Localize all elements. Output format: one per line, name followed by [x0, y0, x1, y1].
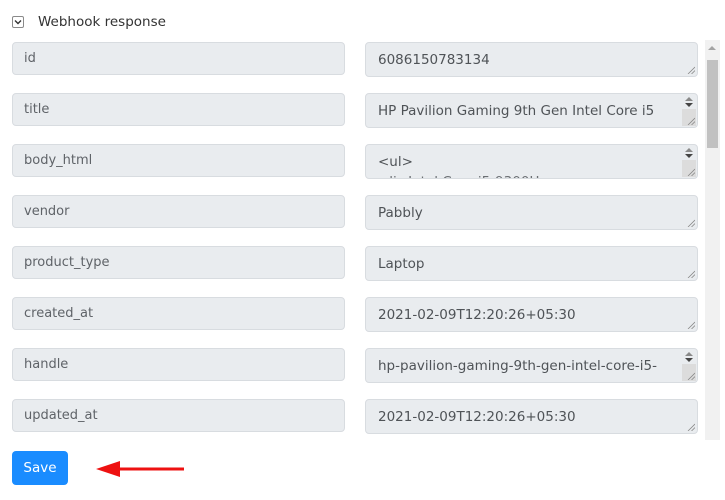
- field-value-text: <ul>: [378, 154, 413, 170]
- field-value-text: Pabbly: [378, 205, 423, 221]
- resize-handle-icon[interactable]: [687, 168, 695, 176]
- field-list: id 6086150783134 title HP Pavilion Gaming 9…: [12, 42, 705, 442]
- field-row: body_html <ul> <li>Intel Core i5-9300H...: [12, 144, 698, 180]
- field-value-textarea[interactable]: hp-pavilion-gaming-9th-gen-intel-core-i5…: [365, 348, 698, 383]
- resize-handle-icon[interactable]: [687, 321, 695, 329]
- webhook-response-header[interactable]: Webhook response: [12, 14, 166, 30]
- field-value-textarea[interactable]: HP Pavilion Gaming 9th Gen Intel Core i5…: [365, 93, 698, 128]
- field-value-text: 2021-02-09T12:20:26+05:30: [378, 409, 576, 425]
- resize-handle-icon[interactable]: [687, 66, 695, 74]
- resize-handle-icon[interactable]: [687, 270, 695, 278]
- field-value-overflow-text: ...: [378, 376, 697, 382]
- field-row: title HP Pavilion Gaming 9th Gen Intel Co…: [12, 93, 698, 129]
- spin-arrows-icon[interactable]: [682, 350, 696, 364]
- field-value-textarea[interactable]: 2021-02-09T12:20:26+05:30: [365, 399, 698, 434]
- field-row: product_type Laptop: [12, 246, 698, 282]
- chevron-down-icon[interactable]: [12, 16, 24, 28]
- save-button[interactable]: Save: [12, 451, 68, 485]
- field-key-input[interactable]: body_html: [12, 144, 345, 177]
- field-row: created_at 2021-02-09T12:20:26+05:30: [12, 297, 698, 333]
- spin-arrows-icon[interactable]: [682, 146, 696, 160]
- resize-handle-icon[interactable]: [687, 423, 695, 431]
- field-row: vendor Pabbly: [12, 195, 698, 231]
- field-value-text: 6086150783134: [378, 52, 490, 68]
- resize-handle-icon[interactable]: [687, 372, 695, 380]
- spin-arrows-icon[interactable]: [682, 95, 696, 109]
- scrollbar-thumb[interactable]: [707, 60, 718, 148]
- field-value-textarea[interactable]: 2021-02-09T12:20:26+05:30: [365, 297, 698, 332]
- field-row: handle hp-pavilion-gaming-9th-gen-intel-c…: [12, 348, 698, 384]
- field-value-text: 2021-02-09T12:20:26+05:30: [378, 307, 576, 323]
- field-key-input[interactable]: vendor: [12, 195, 345, 228]
- field-value-textarea[interactable]: Pabbly: [365, 195, 698, 230]
- field-value-textarea[interactable]: Laptop: [365, 246, 698, 281]
- field-key-input[interactable]: product_type: [12, 246, 345, 279]
- field-value-text: hp-pavilion-gaming-9th-gen-intel-core-i5…: [378, 358, 657, 374]
- field-value-overflow-text: <li>Intel Core i5-9300H...: [378, 172, 697, 178]
- resize-handle-icon[interactable]: [687, 219, 695, 227]
- field-value-text: Laptop: [378, 256, 425, 272]
- field-row: updated_at 2021-02-09T12:20:26+05:30: [12, 399, 698, 435]
- field-key-input[interactable]: id: [12, 42, 345, 75]
- scrollbar[interactable]: [705, 40, 720, 440]
- field-value-textarea[interactable]: <ul> <li>Intel Core i5-9300H...: [365, 144, 698, 179]
- field-key-input[interactable]: handle: [12, 348, 345, 381]
- field-value-overflow-text: ...: [378, 121, 697, 127]
- field-row: id 6086150783134: [12, 42, 698, 78]
- arrow-left-icon: [96, 461, 184, 477]
- field-value-textarea[interactable]: 6086150783134: [365, 42, 698, 77]
- section-title: Webhook response: [38, 14, 166, 30]
- scroll-up-icon[interactable]: [708, 46, 716, 50]
- field-value-text: HP Pavilion Gaming 9th Gen Intel Core i5: [378, 103, 655, 119]
- field-key-input[interactable]: updated_at: [12, 399, 345, 432]
- resize-handle-icon[interactable]: [687, 117, 695, 125]
- field-key-input[interactable]: title: [12, 93, 345, 126]
- field-key-input[interactable]: created_at: [12, 297, 345, 330]
